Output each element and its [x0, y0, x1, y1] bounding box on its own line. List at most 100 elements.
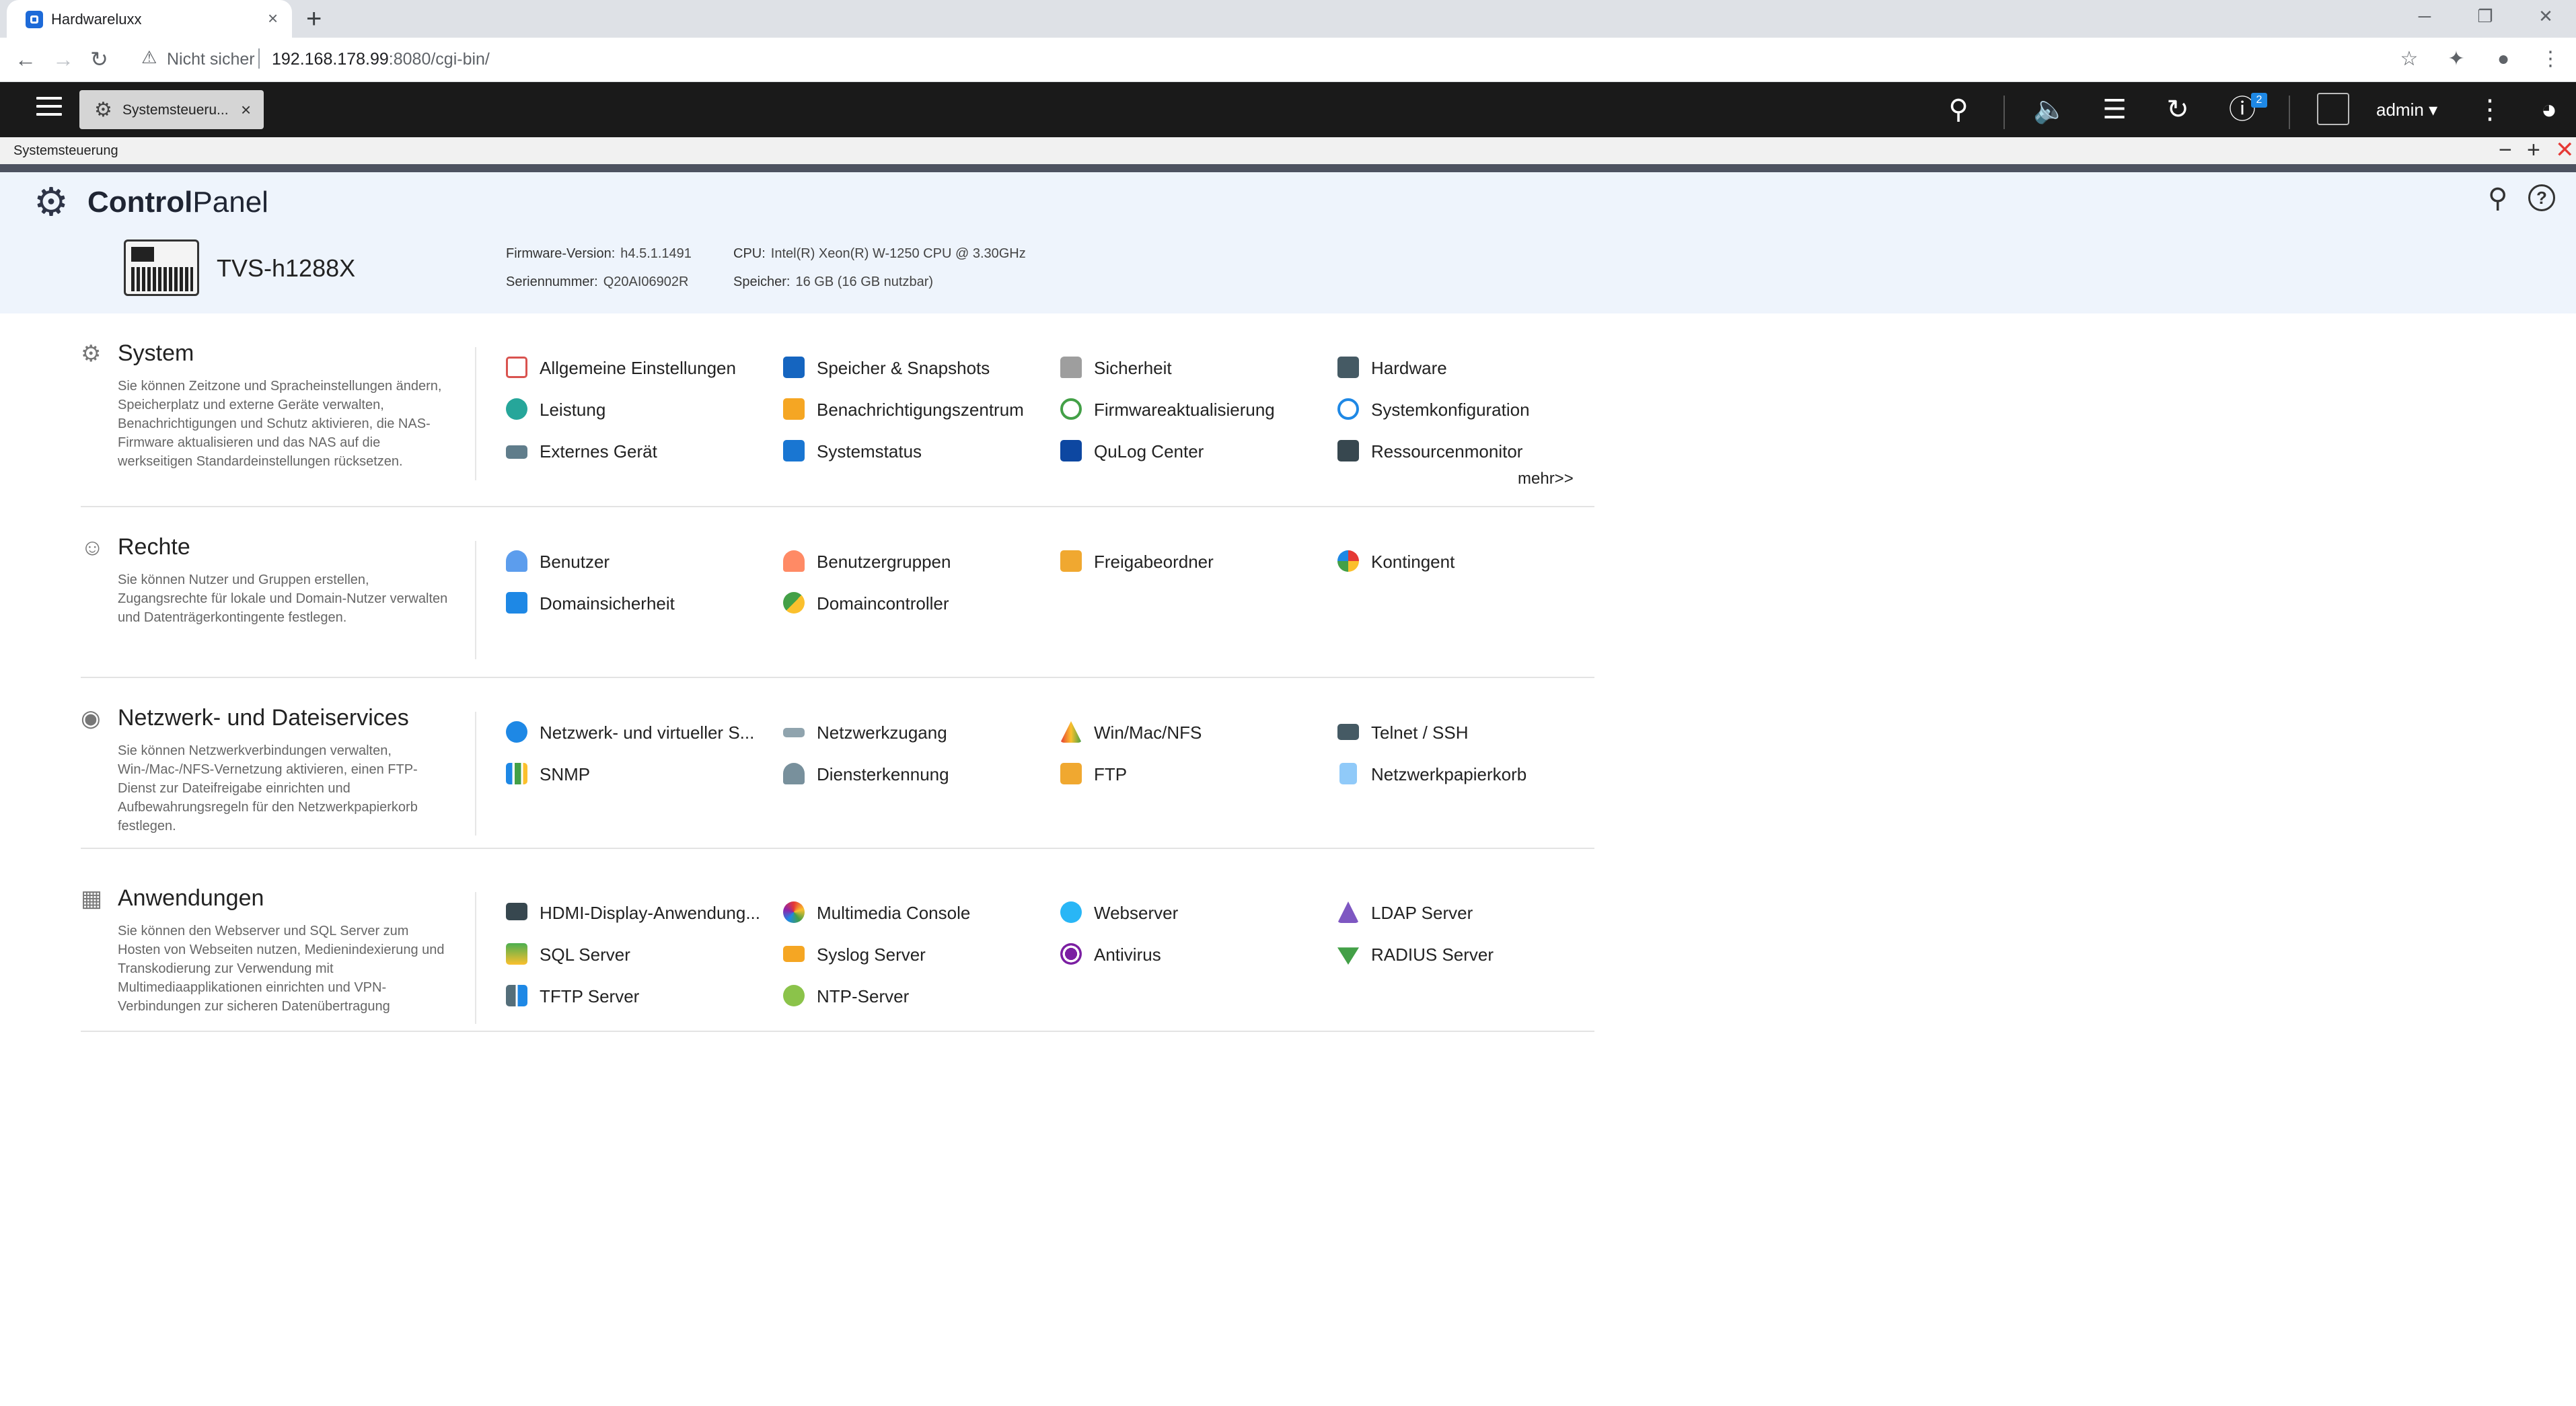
qts-taskbar: ⚙ Systemsteueru... × ⚲ 🔈 ☰ ↻ ⓘ 2 admin ▾…: [0, 82, 2576, 137]
browser-menu-icon[interactable]: ⋮: [2537, 46, 2564, 73]
quota-pie-icon: [1337, 550, 1359, 572]
antivirus-icon: [1060, 943, 1082, 965]
section-anwendungen: ▦ Anwendungen Sie können den Webserver u…: [81, 885, 1594, 1032]
browser-tab-close-button[interactable]: ×: [268, 8, 278, 28]
task-stack-icon[interactable]: ☰: [2098, 94, 2131, 125]
apps-icon: ▦: [81, 886, 103, 912]
section-title: Netzwerk- und Dateiservices: [118, 705, 409, 731]
more-link[interactable]: mehr>>: [1518, 470, 1574, 488]
window-close-button[interactable]: ✕: [2555, 139, 2575, 161]
app-tab-close-button[interactable]: ×: [241, 100, 251, 120]
back-arrow-icon[interactable]: ←: [15, 46, 36, 73]
qulog-icon: [1060, 440, 1082, 461]
dashboard-gauge-icon[interactable]: ◕: [2532, 94, 2566, 125]
search-icon[interactable]: ⚲: [1942, 94, 1975, 125]
win-mac-nfs-icon: [1060, 721, 1082, 743]
window-titlebar: Systemsteuerung − + ✕: [0, 137, 2576, 164]
url-path: :8080/cgi-bin/: [388, 50, 490, 69]
omnibox-separator: [258, 48, 260, 69]
app-tab-systemsteuerung[interactable]: ⚙ Systemsteueru... ×: [79, 90, 264, 129]
settings-doc-icon: [506, 357, 527, 378]
window-header-stripe: [0, 164, 2576, 172]
shared-folder-icon: [1060, 550, 1082, 572]
url-host: 192.168.178.99: [272, 50, 389, 69]
page-title-light: Panel: [192, 186, 268, 219]
notification-center-icon: [783, 398, 805, 420]
network-switch-icon: [506, 721, 527, 743]
profile-avatar-icon[interactable]: ●: [2490, 46, 2517, 73]
qnap-favicon-icon: [26, 11, 43, 28]
reload-icon[interactable]: ↻: [90, 46, 108, 73]
firmware-update-icon: [1060, 398, 1082, 420]
lightbulb-icon: [506, 398, 527, 420]
system-config-icon: [1337, 398, 1359, 420]
window-controls: ─ ❐ ✕: [2394, 0, 2576, 32]
insecure-label[interactable]: Nicht sicher: [167, 50, 255, 69]
section-divider: [475, 892, 476, 1024]
section-description: Sie können den Webserver und SQL Server …: [118, 924, 445, 1014]
sync-icon[interactable]: ↻: [2161, 94, 2195, 125]
memory-info: Speicher: 16 GB (16 GB nutzbar): [733, 274, 934, 289]
browser-tabstrip: Hardwareluxx × + ─ ❐ ✕: [0, 0, 2576, 38]
notification-count-badge: 2: [2251, 93, 2267, 108]
domain-security-icon: [506, 592, 527, 614]
user-menu-button[interactable]: admin ▾: [2376, 100, 2437, 120]
multimedia-console-icon: [783, 901, 805, 923]
user-name: admin: [2376, 100, 2424, 120]
control-panel-header: ⚙ ControlPanel ⚲ ? TVS-h1288X Firmware-V…: [0, 172, 2576, 313]
address-bar[interactable]: ⚠ Nicht sicher 192.168.178.99:8080/cgi-b…: [135, 42, 2422, 77]
taskbar-separator: [2289, 96, 2290, 129]
section-description: Sie können Nutzer und Gruppen erstellen,…: [118, 572, 448, 625]
device-name: TVS-h1288X: [217, 254, 356, 282]
recycle-bin-icon: [1339, 763, 1357, 784]
page-title-bold: Control: [87, 186, 193, 219]
network-access-icon: [783, 728, 805, 737]
chevron-down-icon: ▾: [2429, 100, 2438, 120]
browser-actions: ☆ ✦ ● ⋮: [2396, 46, 2564, 73]
warning-triangle-icon[interactable]: ⚠: [141, 47, 157, 68]
domain-controller-icon: [783, 592, 805, 614]
search-icon[interactable]: ⚲: [2488, 183, 2507, 214]
radius-wifi-icon: [1337, 947, 1359, 965]
section-title: System: [118, 340, 194, 366]
section-divider: [475, 347, 476, 480]
window-minimize-button[interactable]: −: [2499, 139, 2512, 161]
section-description: Sie können Netzwerkverbindungen verwalte…: [118, 743, 418, 834]
section-divider: [475, 541, 476, 659]
browser-tab-title: Hardwareluxx: [51, 11, 142, 28]
service-discovery-icon: [783, 763, 805, 784]
minimize-window-button[interactable]: ─: [2394, 0, 2455, 32]
section-netzwerk: ◉ Netzwerk- und Dateiservices Sie können…: [81, 705, 1594, 849]
ntp-clock-icon: [783, 985, 805, 1006]
close-window-button[interactable]: ✕: [2515, 0, 2576, 32]
window-maximize-button[interactable]: +: [2527, 139, 2540, 161]
nas-device-icon: [124, 239, 199, 296]
taskbar-separator: [2003, 96, 2005, 129]
new-tab-button[interactable]: +: [306, 5, 322, 32]
user-icon: ☺: [81, 535, 104, 560]
resource-monitor-icon: [1337, 440, 1359, 461]
restore-window-button[interactable]: ❐: [2455, 0, 2515, 32]
section-description: Sie können Zeitzone und Spracheinstellun…: [118, 379, 442, 469]
section-title: Rechte: [118, 534, 190, 560]
forward-arrow-icon[interactable]: →: [52, 46, 74, 73]
main-menu-icon[interactable]: [36, 97, 62, 118]
url-text[interactable]: 192.168.178.99:8080/cgi-bin/: [272, 50, 490, 69]
section-title: Anwendungen: [118, 885, 264, 911]
user-group-icon: [783, 550, 805, 572]
browser-toolbar: ← → ↻ ⚠ Nicht sicher 192.168.178.99:8080…: [0, 38, 2576, 82]
volume-icon[interactable]: 🔈: [2033, 94, 2067, 125]
control-panel-gear-icon: ⚙: [34, 180, 69, 224]
user-icon: [506, 550, 527, 572]
app-tab-label: Systemsteueru...: [122, 102, 229, 118]
bar-chart-icon: [506, 763, 527, 784]
bookmark-star-icon[interactable]: ☆: [2396, 46, 2423, 73]
help-icon[interactable]: ?: [2528, 184, 2555, 211]
user-avatar-icon[interactable]: [2317, 93, 2349, 125]
extensions-puzzle-icon[interactable]: ✦: [2443, 46, 2470, 73]
serial-info: Seriennummer: Q20AI06902R: [506, 274, 689, 289]
window-title: Systemsteuerung: [13, 143, 118, 158]
browser-tab[interactable]: Hardwareluxx ×: [7, 0, 292, 38]
more-options-icon[interactable]: ⋮: [2473, 94, 2507, 125]
gear-icon: ⚙: [94, 99, 112, 121]
